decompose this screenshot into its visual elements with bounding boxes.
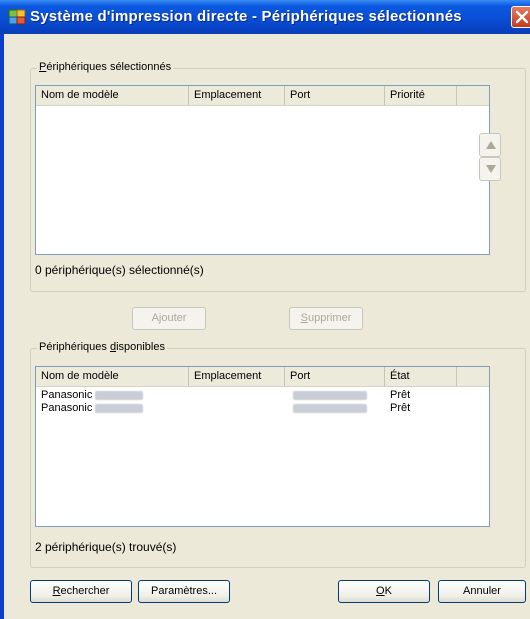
- selected-devices-list[interactable]: Nom de modèle Emplacement Port Priorité: [35, 85, 490, 255]
- ok-button[interactable]: OK: [338, 580, 430, 603]
- list-header: Nom de modèle Emplacement Port État: [36, 367, 489, 387]
- window-title: Système d'impression directe - Périphéri…: [30, 8, 462, 25]
- selected-devices-label: Périphériques sélectionnés: [37, 61, 174, 73]
- port-cell: [285, 389, 367, 402]
- close-icon: [515, 10, 529, 24]
- arrow-down-icon: [486, 165, 496, 173]
- state-cell: Prêt: [390, 389, 411, 401]
- found-count-status: 2 périphérique(s) trouvé(s): [35, 540, 177, 554]
- column-header-location[interactable]: Emplacement: [189, 86, 285, 105]
- printer-app-icon: [8, 9, 26, 25]
- model-cell: Panasonic: [36, 389, 144, 402]
- state-cell: Prêt: [390, 402, 411, 414]
- redacted-port: [293, 390, 367, 400]
- move-down-button[interactable]: [479, 157, 501, 181]
- redacted-model: [95, 403, 144, 413]
- close-button[interactable]: [511, 6, 530, 28]
- port-cell: [285, 402, 367, 415]
- title-bar[interactable]: Système d'impression directe - Périphéri…: [0, 0, 530, 34]
- available-devices-label: Périphériques disponibles: [37, 341, 167, 353]
- settings-button[interactable]: Paramètres...: [138, 580, 230, 603]
- column-header-location[interactable]: Emplacement: [189, 367, 285, 386]
- move-up-button[interactable]: [479, 133, 501, 157]
- selected-count-status: 0 périphérique(s) sélectionné(s): [35, 263, 204, 277]
- arrow-up-icon: [486, 141, 496, 149]
- column-header-priority[interactable]: Priorité: [385, 86, 457, 105]
- redacted-port: [293, 403, 367, 413]
- column-header-state[interactable]: État: [385, 367, 457, 386]
- column-header-port[interactable]: Port: [285, 86, 385, 105]
- table-row[interactable]: Panasonic Prêt: [36, 389, 489, 402]
- table-row[interactable]: Panasonic Prêt: [36, 402, 489, 415]
- available-devices-list[interactable]: Nom de modèle Emplacement Port État Pana…: [35, 366, 490, 527]
- dialog-window: Système d'impression directe - Périphéri…: [0, 0, 530, 619]
- model-cell: Panasonic: [36, 402, 144, 415]
- redacted-model: [95, 390, 144, 400]
- list-header: Nom de modèle Emplacement Port Priorité: [36, 86, 489, 106]
- cancel-button[interactable]: Annuler: [438, 580, 526, 603]
- add-button[interactable]: Ajouter: [132, 307, 206, 330]
- column-header-port[interactable]: Port: [285, 367, 385, 386]
- column-header-model[interactable]: Nom de modèle: [36, 367, 189, 386]
- column-header-model[interactable]: Nom de modèle: [36, 86, 189, 105]
- remove-button[interactable]: Supprimer: [289, 307, 363, 330]
- search-button[interactable]: Rechercher: [30, 580, 132, 603]
